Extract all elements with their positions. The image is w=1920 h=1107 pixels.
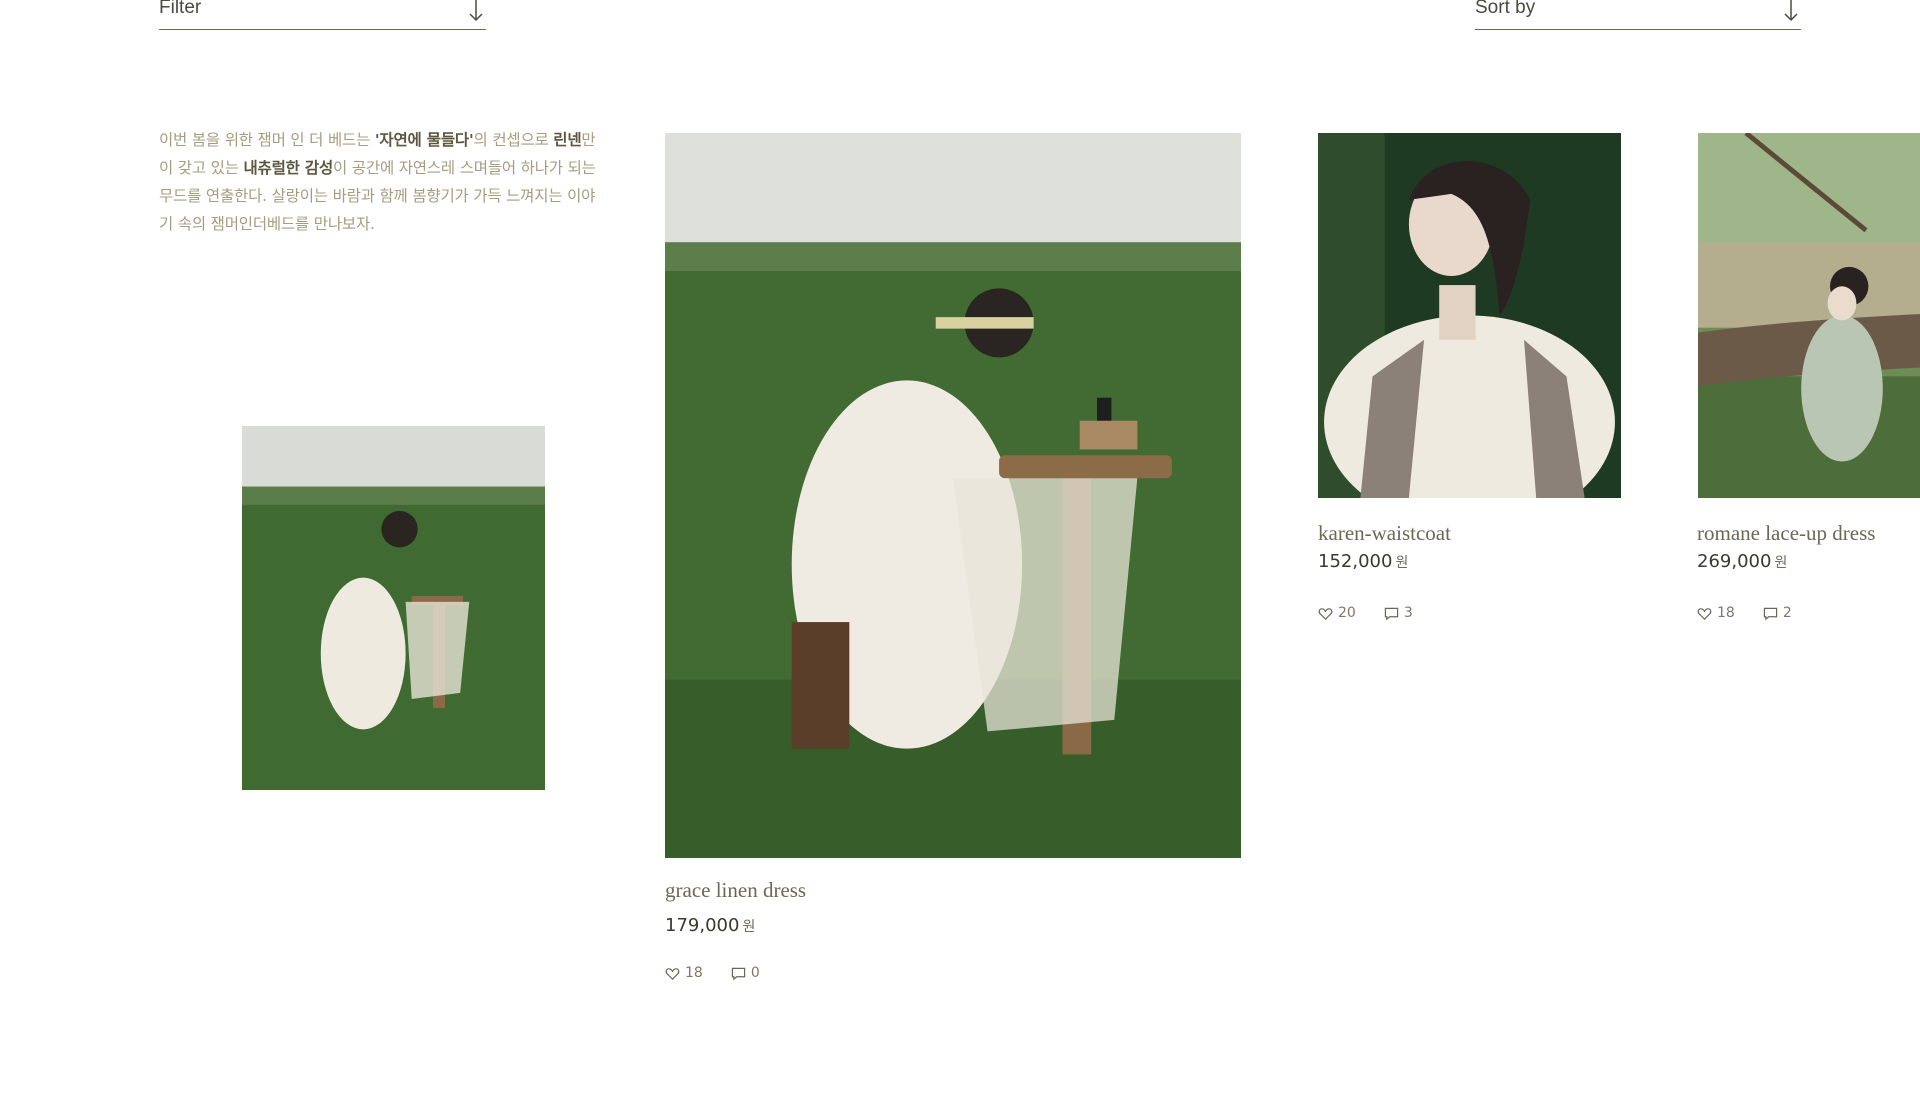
product-price: 269,000 원: [1697, 551, 1787, 572]
product-name[interactable]: romane lace-up dress: [1697, 521, 1875, 546]
sort-dropdown[interactable]: Sort by: [1475, 0, 1801, 30]
product-name[interactable]: grace linen dress: [665, 878, 806, 903]
like-count: 18: [1717, 605, 1735, 621]
intro-highlight: 린넨: [553, 131, 582, 149]
product-image-grace-linen-dress[interactable]: [665, 133, 1241, 858]
like-button[interactable]: 20: [1318, 605, 1356, 621]
collection-intro-text: 이번 봄을 위한 잼머 인 더 베드는 '자연에 물들다'의 컨셉으로 린넨만이…: [159, 126, 599, 238]
price-currency: 원: [1395, 555, 1409, 571]
comment-button[interactable]: 2: [1763, 605, 1792, 621]
price-value: 179,000: [665, 915, 740, 936]
comment-button[interactable]: 0: [731, 965, 760, 981]
comment-icon: [1384, 607, 1399, 620]
comment-count: 2: [1782, 605, 1792, 621]
product-stats: 18 0: [665, 965, 788, 981]
product-stats: 18 2: [1697, 605, 1820, 621]
heart-icon: [665, 967, 680, 980]
heart-icon: [1318, 607, 1333, 620]
price-currency: 원: [742, 919, 756, 935]
comment-button[interactable]: 3: [1384, 605, 1413, 621]
like-button[interactable]: 18: [1697, 605, 1735, 621]
like-count: 20: [1338, 605, 1356, 621]
price-value: 269,000: [1697, 551, 1772, 572]
product-price: 152,000 원: [1318, 551, 1408, 572]
filter-label: Filter: [159, 0, 202, 18]
sort-label: Sort by: [1475, 0, 1536, 18]
lookbook-thumbnail-image: [242, 426, 545, 790]
arrow-down-icon: [469, 0, 483, 22]
like-button[interactable]: 18: [665, 965, 703, 981]
product-price: 179,000 원: [665, 915, 755, 936]
comment-icon: [731, 967, 746, 980]
comment-icon: [1763, 607, 1778, 620]
like-count: 18: [685, 965, 703, 981]
intro-highlight: '자연에 물들다': [374, 131, 474, 149]
intro-highlight: 내츄럴한 감성: [243, 159, 334, 177]
product-image-romane-lace-up-dress[interactable]: [1698, 133, 1920, 498]
product-name[interactable]: karen-waistcoat: [1318, 521, 1451, 546]
intro-text: 이번 봄을 위한 잼머 인 더 베드는: [159, 131, 375, 149]
product-image-karen-waistcoat[interactable]: [1318, 133, 1621, 498]
price-value: 152,000: [1318, 551, 1393, 572]
heart-icon: [1697, 607, 1712, 620]
product-stats: 20 3: [1318, 605, 1441, 621]
arrow-down-icon: [1784, 0, 1798, 22]
filter-dropdown[interactable]: Filter: [159, 0, 486, 30]
intro-text: 의 컨셉으로: [473, 131, 554, 149]
comment-count: 0: [750, 965, 760, 981]
comment-count: 3: [1403, 605, 1413, 621]
price-currency: 원: [1774, 555, 1788, 571]
